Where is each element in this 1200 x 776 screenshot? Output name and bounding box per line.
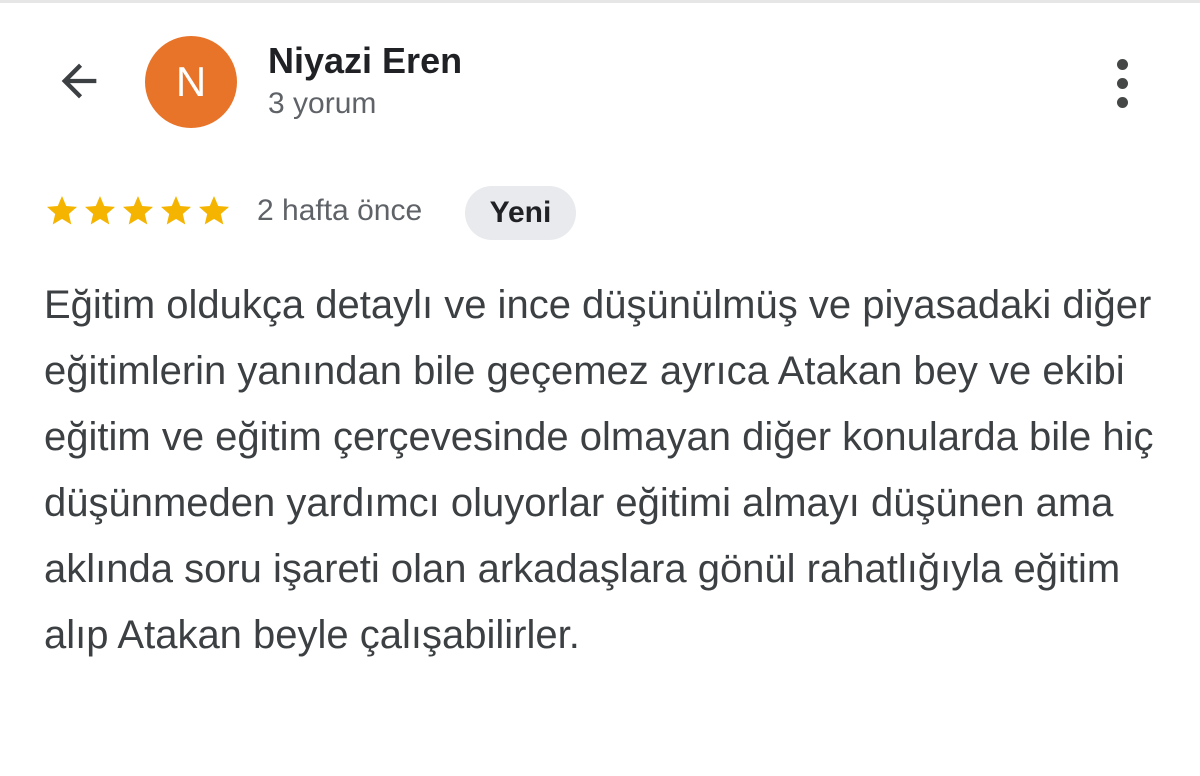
star-icon bbox=[199, 196, 229, 225]
avatar[interactable]: N bbox=[145, 36, 237, 128]
review-date: 2 hafta önce bbox=[257, 194, 423, 227]
star-icon bbox=[47, 196, 77, 225]
back-button[interactable] bbox=[50, 52, 108, 110]
more-vertical-icon bbox=[1116, 77, 1128, 89]
star-icon bbox=[123, 196, 153, 225]
star-icon bbox=[85, 196, 115, 225]
new-badge: Yeni bbox=[465, 186, 576, 240]
star-icon bbox=[161, 196, 191, 225]
review-page: N Niyazi Eren 3 yorum 2 hafta önce Yeni … bbox=[0, 0, 1200, 776]
arrow-back-icon bbox=[61, 63, 97, 99]
divider bbox=[0, 0, 1200, 3]
star-rating bbox=[44, 193, 232, 229]
more-vertical-icon bbox=[1116, 58, 1128, 70]
more-options-button[interactable] bbox=[1098, 52, 1146, 114]
reviewer-name[interactable]: Niyazi Eren bbox=[268, 40, 462, 82]
review-count: 3 yorum bbox=[268, 87, 377, 120]
more-vertical-icon bbox=[1116, 96, 1128, 108]
avatar-letter: N bbox=[175, 58, 207, 105]
review-text: Eğitim oldukça detaylı ve ince düşünülmü… bbox=[44, 283, 1154, 657]
